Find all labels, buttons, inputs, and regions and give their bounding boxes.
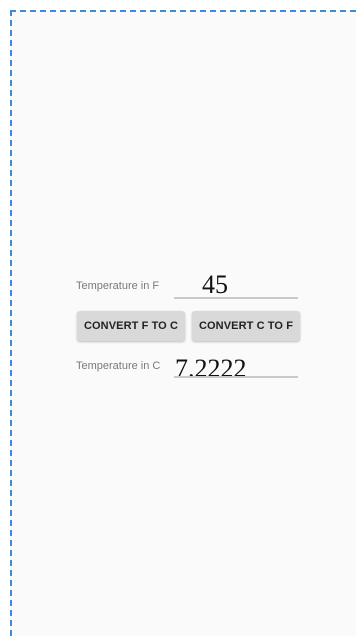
convert-c-to-f-button[interactable]: CONVERT C TO F [192,311,300,341]
celsius-input[interactable]: 7.2222 [175,356,247,382]
fahrenheit-label: Temperature in F [76,280,160,292]
celsius-input-underline [174,376,298,378]
fahrenheit-input[interactable]: 45 [202,272,228,298]
fahrenheit-input-underline [174,297,298,299]
app-screen: Temperature in F 45 CONVERT F TO C CONVE… [10,10,356,636]
celsius-label: Temperature in C [76,360,161,372]
convert-f-to-c-button[interactable]: CONVERT F TO C [77,311,185,341]
